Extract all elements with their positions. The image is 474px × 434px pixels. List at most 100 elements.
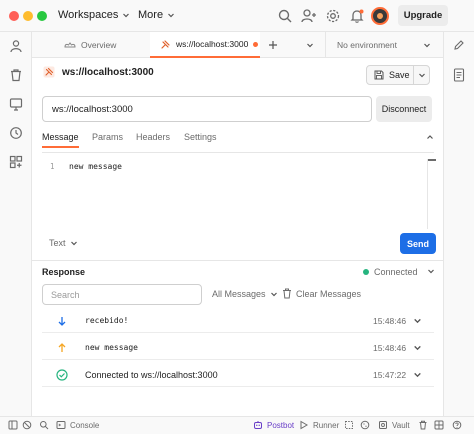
history-icon[interactable] — [9, 126, 23, 140]
chevron-down-icon — [168, 13, 174, 18]
clear-messages-label: Clear Messages — [296, 288, 362, 299]
tab-message[interactable]: Message — [42, 132, 79, 148]
left-sidebar — [0, 32, 32, 417]
response-collapse-icon[interactable] — [427, 267, 435, 275]
message-time: 15:48:46 — [373, 342, 407, 353]
vault-label: Vault — [392, 420, 410, 430]
bell-icon[interactable] — [349, 8, 365, 24]
close-window-button[interactable] — [9, 11, 19, 21]
tabs-dropdown[interactable] — [306, 32, 314, 58]
online-status-icon[interactable] — [22, 420, 32, 430]
tab-settings[interactable]: Settings — [184, 132, 217, 142]
format-selector[interactable]: Text — [49, 238, 78, 248]
plus-icon — [269, 41, 277, 49]
vault-button[interactable]: Vault — [378, 420, 410, 430]
tab-overview-label: Overview — [81, 40, 117, 50]
minimize-window-button[interactable] — [23, 11, 33, 21]
postbot-icon — [254, 421, 262, 429]
postbot-label: Postbot — [267, 420, 295, 430]
vault-icon — [379, 421, 387, 429]
save-button-group: Save — [366, 65, 430, 85]
tab-overview[interactable]: Overview — [64, 32, 116, 58]
postbot-button[interactable]: Postbot — [253, 420, 294, 430]
invite-user-icon[interactable] — [301, 8, 317, 24]
capture-icon[interactable] — [344, 420, 354, 430]
console-label: Console — [70, 420, 100, 430]
search-icon[interactable] — [277, 8, 293, 24]
documentation-icon[interactable] — [453, 68, 465, 82]
tab-bar: Overview ws://localhost:3000 No environm… — [32, 32, 443, 58]
environment-label: No environment — [337, 40, 398, 50]
arrow-up-icon — [56, 342, 68, 354]
save-label: Save — [389, 70, 410, 80]
more-menu[interactable]: More — [138, 9, 175, 21]
unsaved-indicator — [253, 41, 259, 47]
overview-icon — [64, 42, 76, 48]
chevron-down-icon[interactable] — [413, 343, 422, 352]
monitor-icon[interactable] — [9, 97, 23, 111]
chevron-down-icon — [424, 43, 430, 48]
environment-selector[interactable]: No environment — [325, 32, 443, 58]
trash-icon — [283, 288, 291, 299]
url-input[interactable]: ws://localhost:3000 — [42, 96, 372, 122]
new-tab-button[interactable] — [268, 32, 278, 58]
message-time: 15:47:22 — [373, 369, 407, 380]
message-text: Connected to ws://localhost:3000 — [85, 369, 218, 380]
message-row[interactable]: recebido! 15:48:46 — [42, 309, 434, 333]
layout-toggle-icon[interactable] — [8, 420, 18, 430]
tab-params[interactable]: Params — [92, 132, 123, 142]
trash-icon[interactable] — [418, 420, 428, 430]
right-sidebar — [443, 32, 474, 417]
runner-icon — [300, 420, 308, 430]
trash-icon[interactable] — [9, 68, 23, 82]
tab-headers[interactable]: Headers — [136, 132, 170, 142]
maximize-window-button[interactable] — [37, 11, 47, 21]
search-input[interactable] — [42, 284, 202, 305]
save-button[interactable]: Save — [367, 66, 415, 84]
message-filter[interactable]: All Messages — [212, 289, 278, 299]
workspaces-label: Workspaces — [58, 9, 119, 21]
disconnect-button[interactable]: Disconnect — [376, 96, 432, 122]
console-icon — [56, 421, 66, 429]
edit-icon[interactable] — [453, 39, 465, 51]
chevron-down-icon — [123, 13, 130, 18]
more-label: More — [138, 9, 164, 21]
upgrade-button[interactable]: Upgrade — [398, 5, 448, 26]
gear-icon[interactable] — [325, 8, 341, 24]
line-number: 1 — [50, 162, 55, 171]
message-text: new message — [85, 343, 138, 352]
avatar[interactable] — [371, 7, 389, 25]
response-title: Response — [42, 267, 86, 277]
format-label: Text — [49, 238, 66, 248]
message-filter-label: All Messages — [212, 289, 266, 299]
message-editor[interactable]: 1 new message — [42, 152, 436, 229]
send-button[interactable]: Send — [400, 233, 436, 254]
help-icon[interactable] — [452, 420, 462, 430]
websocket-icon — [43, 66, 55, 78]
console-button[interactable]: Console — [56, 420, 99, 430]
tab-websocket-label: ws://localhost:3000 — [176, 39, 249, 49]
clear-messages-button[interactable]: Clear Messages — [282, 288, 361, 299]
user-icon[interactable] — [9, 39, 23, 53]
chevron-down-icon — [70, 241, 77, 246]
save-options-dropdown[interactable] — [414, 66, 429, 84]
collapse-icon[interactable] — [426, 133, 434, 141]
chevron-down-icon[interactable] — [413, 370, 422, 379]
request-header: ws://localhost:3000 — [43, 66, 154, 78]
message-time: 15:48:46 — [373, 315, 407, 326]
apps-grid-icon[interactable] — [9, 155, 23, 169]
message-row[interactable]: new message 15:48:46 — [42, 336, 434, 360]
runner-button[interactable]: Runner — [299, 420, 339, 430]
message-row[interactable]: Connected to ws://localhost:3000 15:47:2… — [42, 363, 434, 387]
title-bar: Workspaces More Upgrade — [0, 0, 474, 32]
tab-websocket-request[interactable]: ws://localhost:3000 — [150, 32, 260, 58]
workspaces-menu[interactable]: Workspaces — [58, 9, 130, 21]
chevron-down-icon[interactable] — [413, 316, 422, 325]
layout-grid-icon[interactable] — [434, 420, 444, 430]
editor-scrollbar[interactable] — [427, 159, 436, 229]
editor-content[interactable]: new message — [69, 162, 122, 171]
find-icon[interactable] — [39, 420, 49, 430]
connection-status-label: Connected — [374, 267, 418, 277]
cookies-icon[interactable] — [360, 420, 370, 430]
arrow-down-icon — [56, 315, 68, 327]
